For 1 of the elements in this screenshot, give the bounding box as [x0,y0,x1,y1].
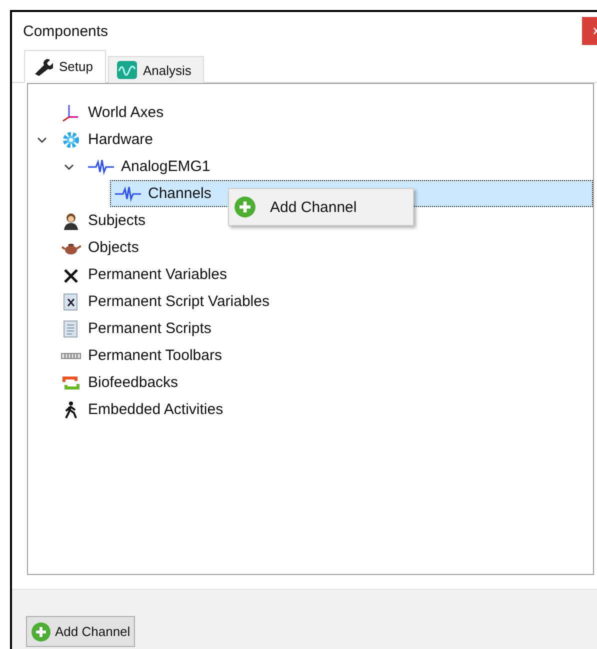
window-title: Components [23,22,108,40]
